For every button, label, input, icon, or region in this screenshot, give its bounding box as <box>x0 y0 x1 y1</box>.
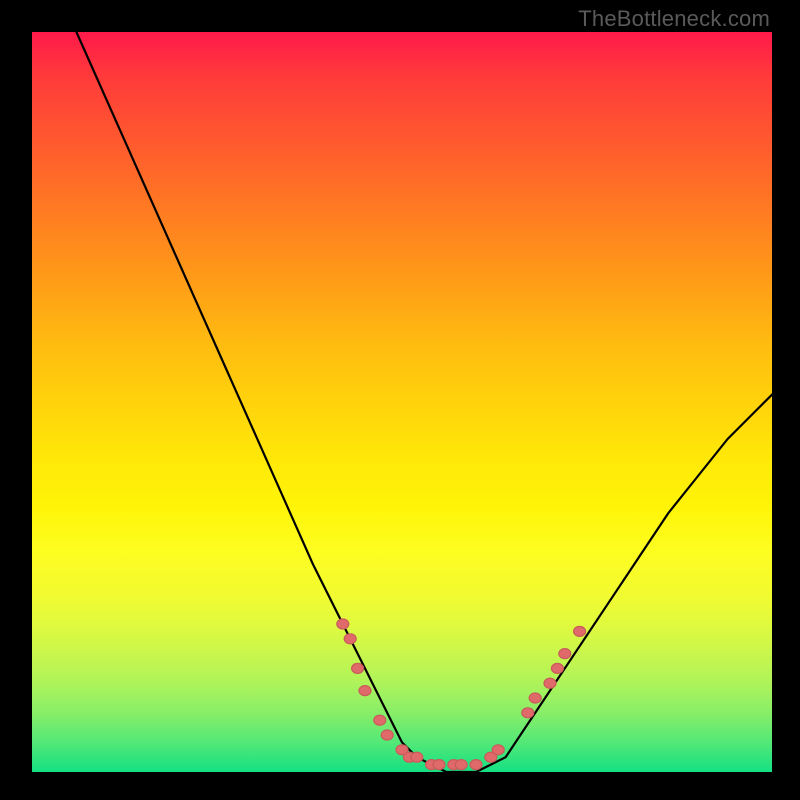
marker-point <box>574 626 586 636</box>
marker-point <box>337 619 349 629</box>
watermark-text: TheBottleneck.com <box>578 6 770 32</box>
marker-point <box>344 634 356 644</box>
marker-point <box>551 663 563 673</box>
marker-point <box>455 760 467 770</box>
marker-point <box>559 649 571 659</box>
marker-point <box>522 708 534 718</box>
chart-stage: TheBottleneck.com <box>0 0 800 800</box>
bottleneck-curve <box>76 32 772 772</box>
marker-point <box>374 715 386 725</box>
marker-point <box>470 760 482 770</box>
marker-point <box>411 752 423 762</box>
marker-point <box>433 760 445 770</box>
marker-point <box>492 745 504 755</box>
marker-point <box>529 693 541 703</box>
marker-point <box>381 730 393 740</box>
marker-point <box>359 686 371 696</box>
plot-area <box>32 32 772 772</box>
marker-point <box>544 678 556 688</box>
marker-point <box>352 663 364 673</box>
curve-svg <box>32 32 772 772</box>
